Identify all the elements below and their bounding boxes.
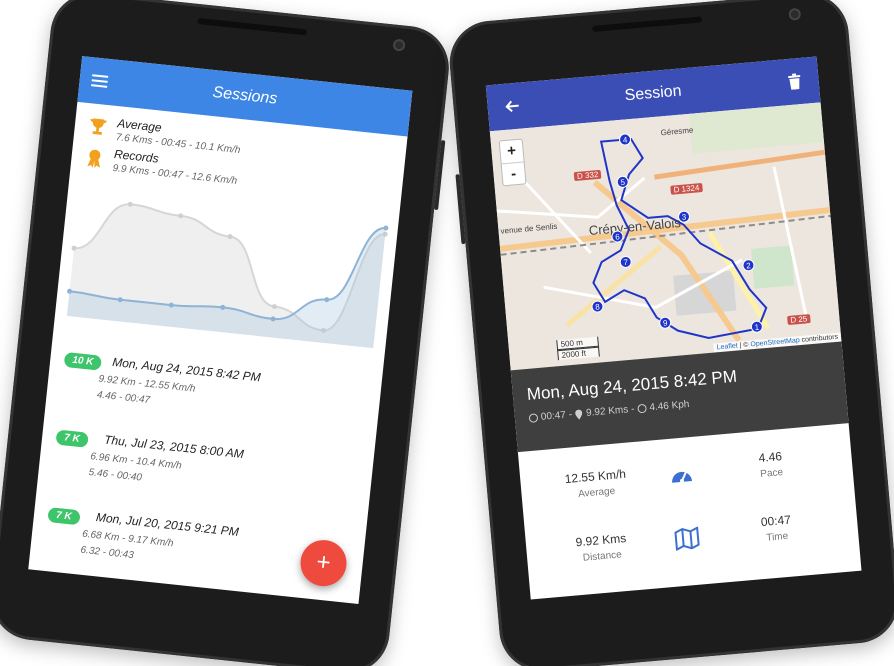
zoom-out-button[interactable]: - — [501, 161, 526, 186]
medal-icon — [87, 149, 101, 169]
phone-speaker — [592, 16, 703, 32]
attribution-separator: | © — [737, 341, 751, 350]
distance-badge: 7 K — [47, 507, 81, 526]
map-zoom-controls: + - — [498, 138, 527, 187]
distance-badge: 10 K — [63, 351, 103, 371]
distance-badge: 7 K — [55, 429, 89, 448]
summary-duration: 00:47 — [540, 409, 567, 423]
map-scale-bar: 500 m 2000 ft — [556, 336, 600, 361]
session-pace-time: 5.46 - 00:40 — [88, 467, 143, 484]
trash-icon[interactable] — [782, 69, 808, 95]
session-pace-time: 4.46 - 00:47 — [96, 389, 151, 407]
session-metrics: 12.55 Km/h Average 4.46 Pace 9.92 Kms Di… — [518, 423, 862, 599]
speedometer-icon — [672, 471, 693, 483]
phone-power-button — [434, 140, 446, 211]
zoom-in-button[interactable]: + — [500, 140, 524, 164]
average-speed-label: Average — [577, 485, 616, 500]
time-label: Time — [765, 530, 789, 544]
summary-speed: 4.46 Kph — [649, 398, 690, 414]
map-tiles — [489, 102, 842, 371]
sessions-screen: Sessions Average 7.6 Kms - 00:45 - 10.1 … — [28, 56, 413, 604]
clock-icon — [528, 413, 539, 423]
summary-distance: 9.92 Kms — [585, 404, 629, 419]
trophy-icon — [90, 118, 107, 135]
phone-camera — [788, 7, 802, 21]
session-detail-screen: Session Géresme Crépy-en-Valois D 1324 D… — [485, 56, 862, 600]
phone-speaker — [197, 17, 308, 36]
summary-separator: - — [568, 409, 573, 421]
map-icon — [674, 526, 700, 551]
session-pace-time: 6.32 - 00:43 — [79, 544, 135, 562]
back-arrow-icon[interactable] — [499, 93, 525, 119]
distance-label: Distance — [582, 549, 623, 564]
timer-icon — [637, 403, 647, 414]
route-map[interactable]: Géresme Crépy-en-Valois D 1324 D 332 D 25 ven… — [489, 102, 842, 371]
phone-right: Session Géresme Crépy-en-Valois D 1324 D… — [446, 0, 894, 666]
pace-label: Pace — [759, 467, 784, 480]
location-pin-icon — [575, 409, 583, 420]
phone-camera — [392, 38, 406, 52]
summary-separator: - — [630, 403, 636, 416]
hamburger-menu-icon[interactable] — [91, 74, 109, 88]
phone-left: Sessions Average 7.6 Kms - 00:45 - 10.1 … — [0, 0, 453, 666]
sessions-chart — [66, 201, 389, 349]
phone-volume-button — [455, 174, 466, 245]
